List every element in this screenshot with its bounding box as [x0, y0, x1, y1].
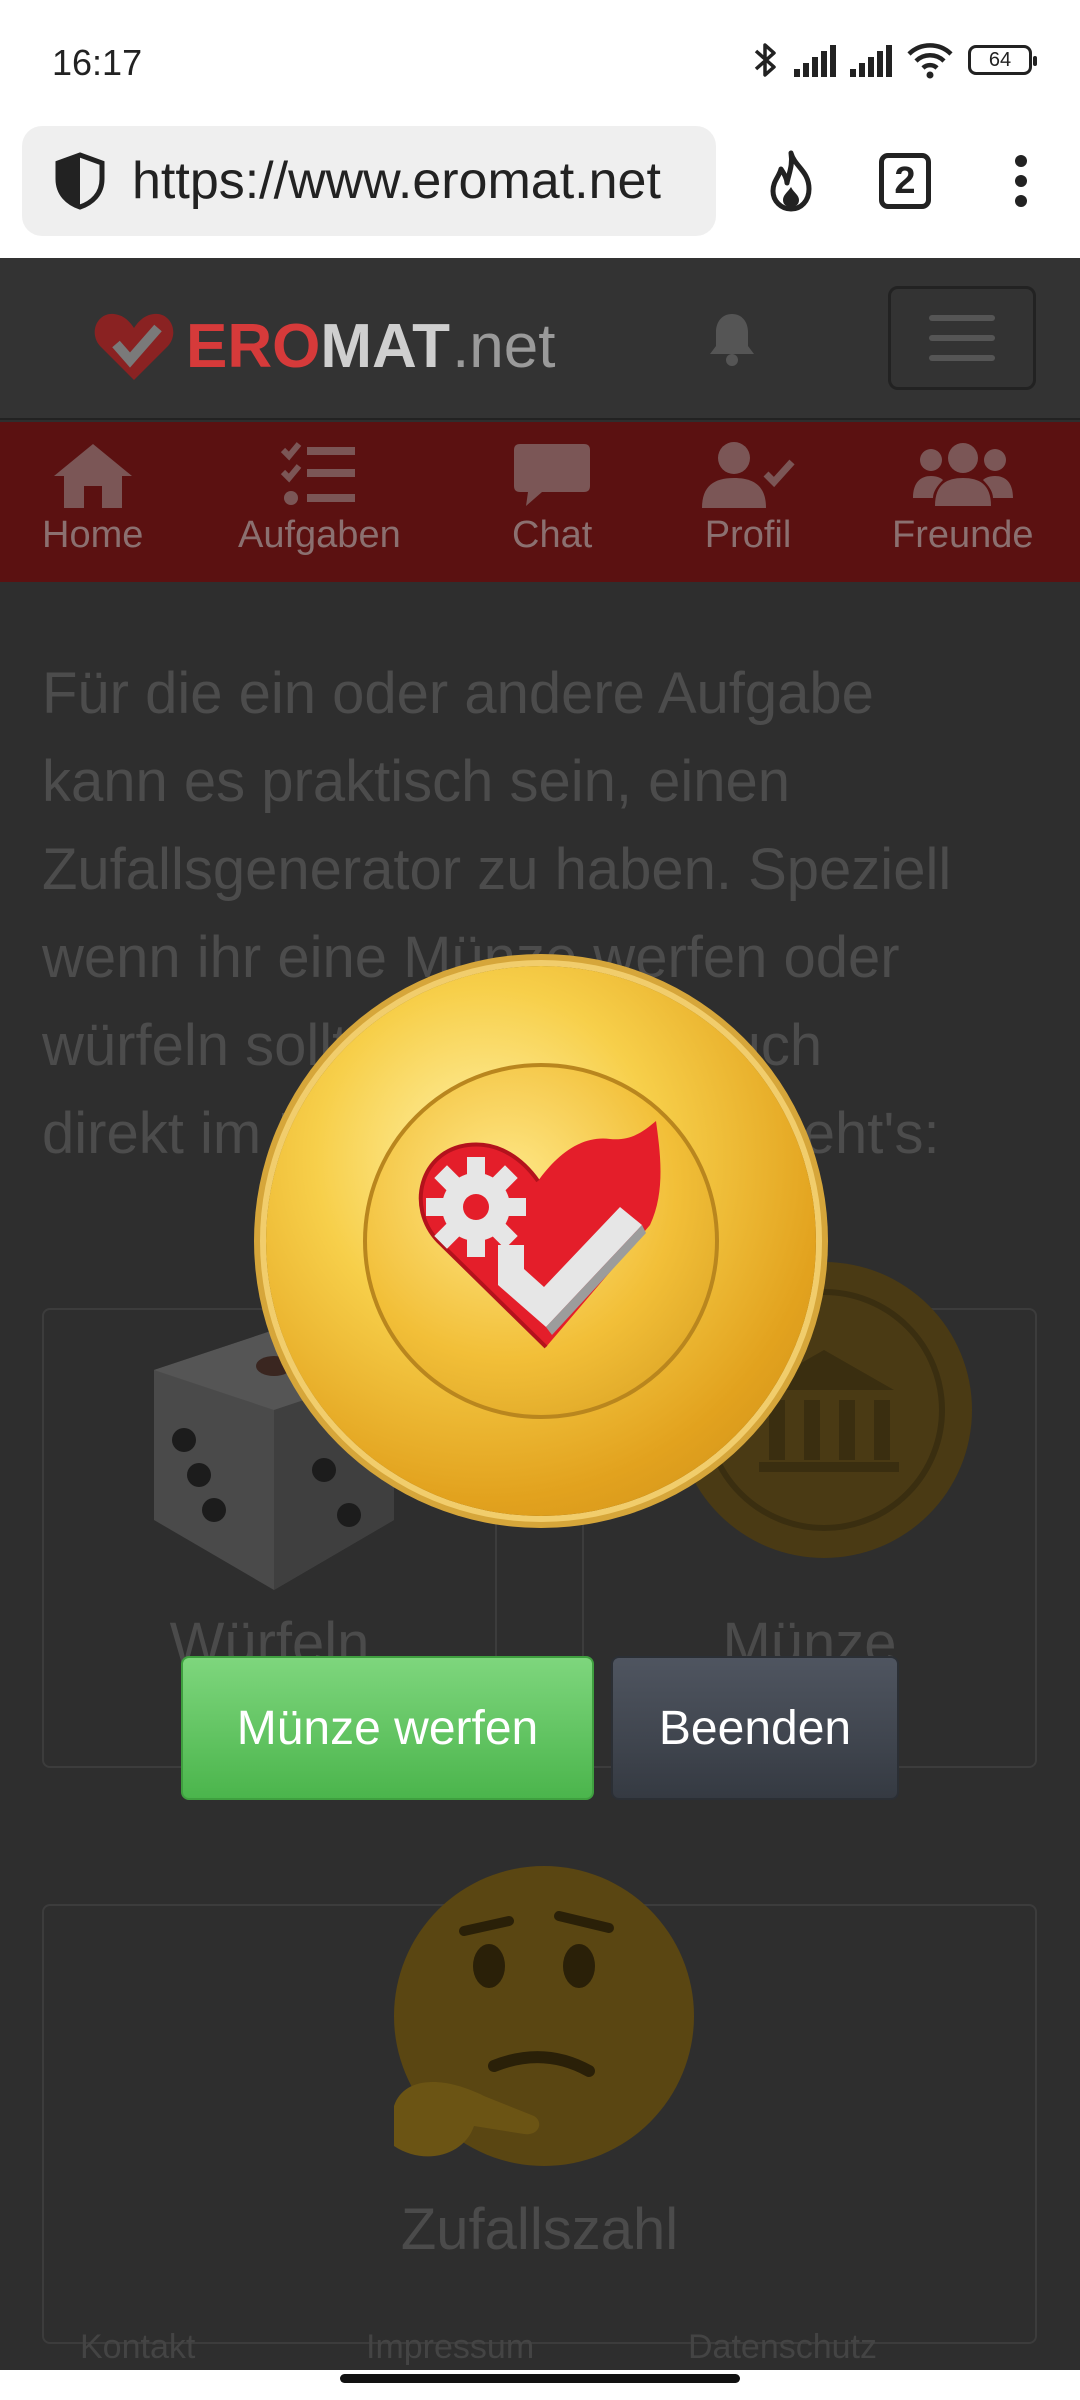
- signal-icon: [794, 43, 836, 77]
- nav-label: Aufgaben: [238, 514, 401, 556]
- logo-heart-icon: [94, 313, 174, 380]
- footer: Kontakt Impressum Datenschutz: [0, 2320, 1080, 2370]
- card-zufallszahl[interactable]: Zufallszahl: [42, 1866, 1037, 2344]
- shield-icon[interactable]: [50, 151, 110, 211]
- heart-check-icon: [418, 1121, 661, 1349]
- nav-item-home[interactable]: Home: [42, 440, 143, 557]
- nav-label: Freunde: [892, 514, 1034, 556]
- status-time: 16:17: [52, 42, 143, 83]
- home-indicator[interactable]: [340, 2374, 740, 2383]
- status-bar: 16:17 64: [0, 0, 1080, 126]
- home-icon: [53, 444, 132, 508]
- status-icons: 64: [752, 40, 1037, 80]
- flip-coin-button[interactable]: Münze werfen: [181, 1656, 594, 1800]
- nav-label: Chat: [512, 514, 593, 556]
- logo-mat: MAT: [320, 311, 451, 381]
- battery-icon: 64: [968, 45, 1037, 75]
- close-button[interactable]: Beenden: [611, 1656, 899, 1800]
- site-header: ERO MAT .net: [0, 258, 1080, 420]
- coin-face: [363, 1063, 719, 1419]
- menu-toggle-button[interactable]: [888, 286, 1036, 390]
- address-bar[interactable]: https://www.eromat.net: [22, 126, 716, 236]
- footer-link-datenschutz[interactable]: Datenschutz: [688, 2328, 877, 2367]
- flip-coin: [266, 966, 816, 1516]
- chat-icon: [514, 444, 591, 506]
- thinking-face-icon: [394, 1866, 694, 2166]
- profile-icon: [702, 442, 795, 508]
- logo-ero: ERO: [186, 311, 321, 381]
- site-logo[interactable]: ERO MAT .net: [92, 308, 555, 384]
- footer-link-kontakt[interactable]: Kontakt: [80, 2328, 195, 2367]
- tabs-button[interactable]: 2: [860, 136, 950, 226]
- logo-net: .net: [452, 311, 556, 381]
- browser-toolbar: https://www.eromat.net 2: [0, 126, 1080, 258]
- url-text[interactable]: https://www.eromat.net: [132, 151, 661, 211]
- nav-label: Home: [42, 514, 144, 556]
- tasks-icon: [281, 442, 356, 505]
- main-nav: Home Aufgaben Chat Profil Freunde: [0, 422, 1080, 582]
- bluetooth-icon: [754, 43, 776, 77]
- tabs-icon[interactable]: 2: [879, 153, 931, 209]
- intro-line: kann es praktisch sein, einen: [42, 749, 790, 814]
- nav-label: Profil: [704, 514, 792, 556]
- flame-icon[interactable]: [746, 136, 836, 226]
- battery-level: 64: [988, 48, 1012, 71]
- wifi-icon: [907, 43, 953, 79]
- card-label: Zufallszahl: [400, 2197, 679, 2262]
- nav-item-freunde[interactable]: Freunde: [892, 440, 1034, 557]
- intro-line: Zufallsgenerator zu haben. Speziell: [42, 837, 952, 902]
- more-vertical-icon[interactable]: [976, 136, 1066, 226]
- friends-icon: [912, 443, 1013, 506]
- nav-item-chat[interactable]: Chat: [512, 440, 592, 557]
- bell-icon[interactable]: [706, 308, 758, 373]
- footer-link-impressum[interactable]: Impressum: [366, 2328, 534, 2367]
- nav-item-profil[interactable]: Profil: [700, 440, 796, 557]
- signal-icon: [850, 43, 892, 77]
- nav-item-aufgaben[interactable]: Aufgaben: [238, 440, 401, 557]
- intro-line: Für die ein oder andere Aufgabe: [42, 661, 874, 726]
